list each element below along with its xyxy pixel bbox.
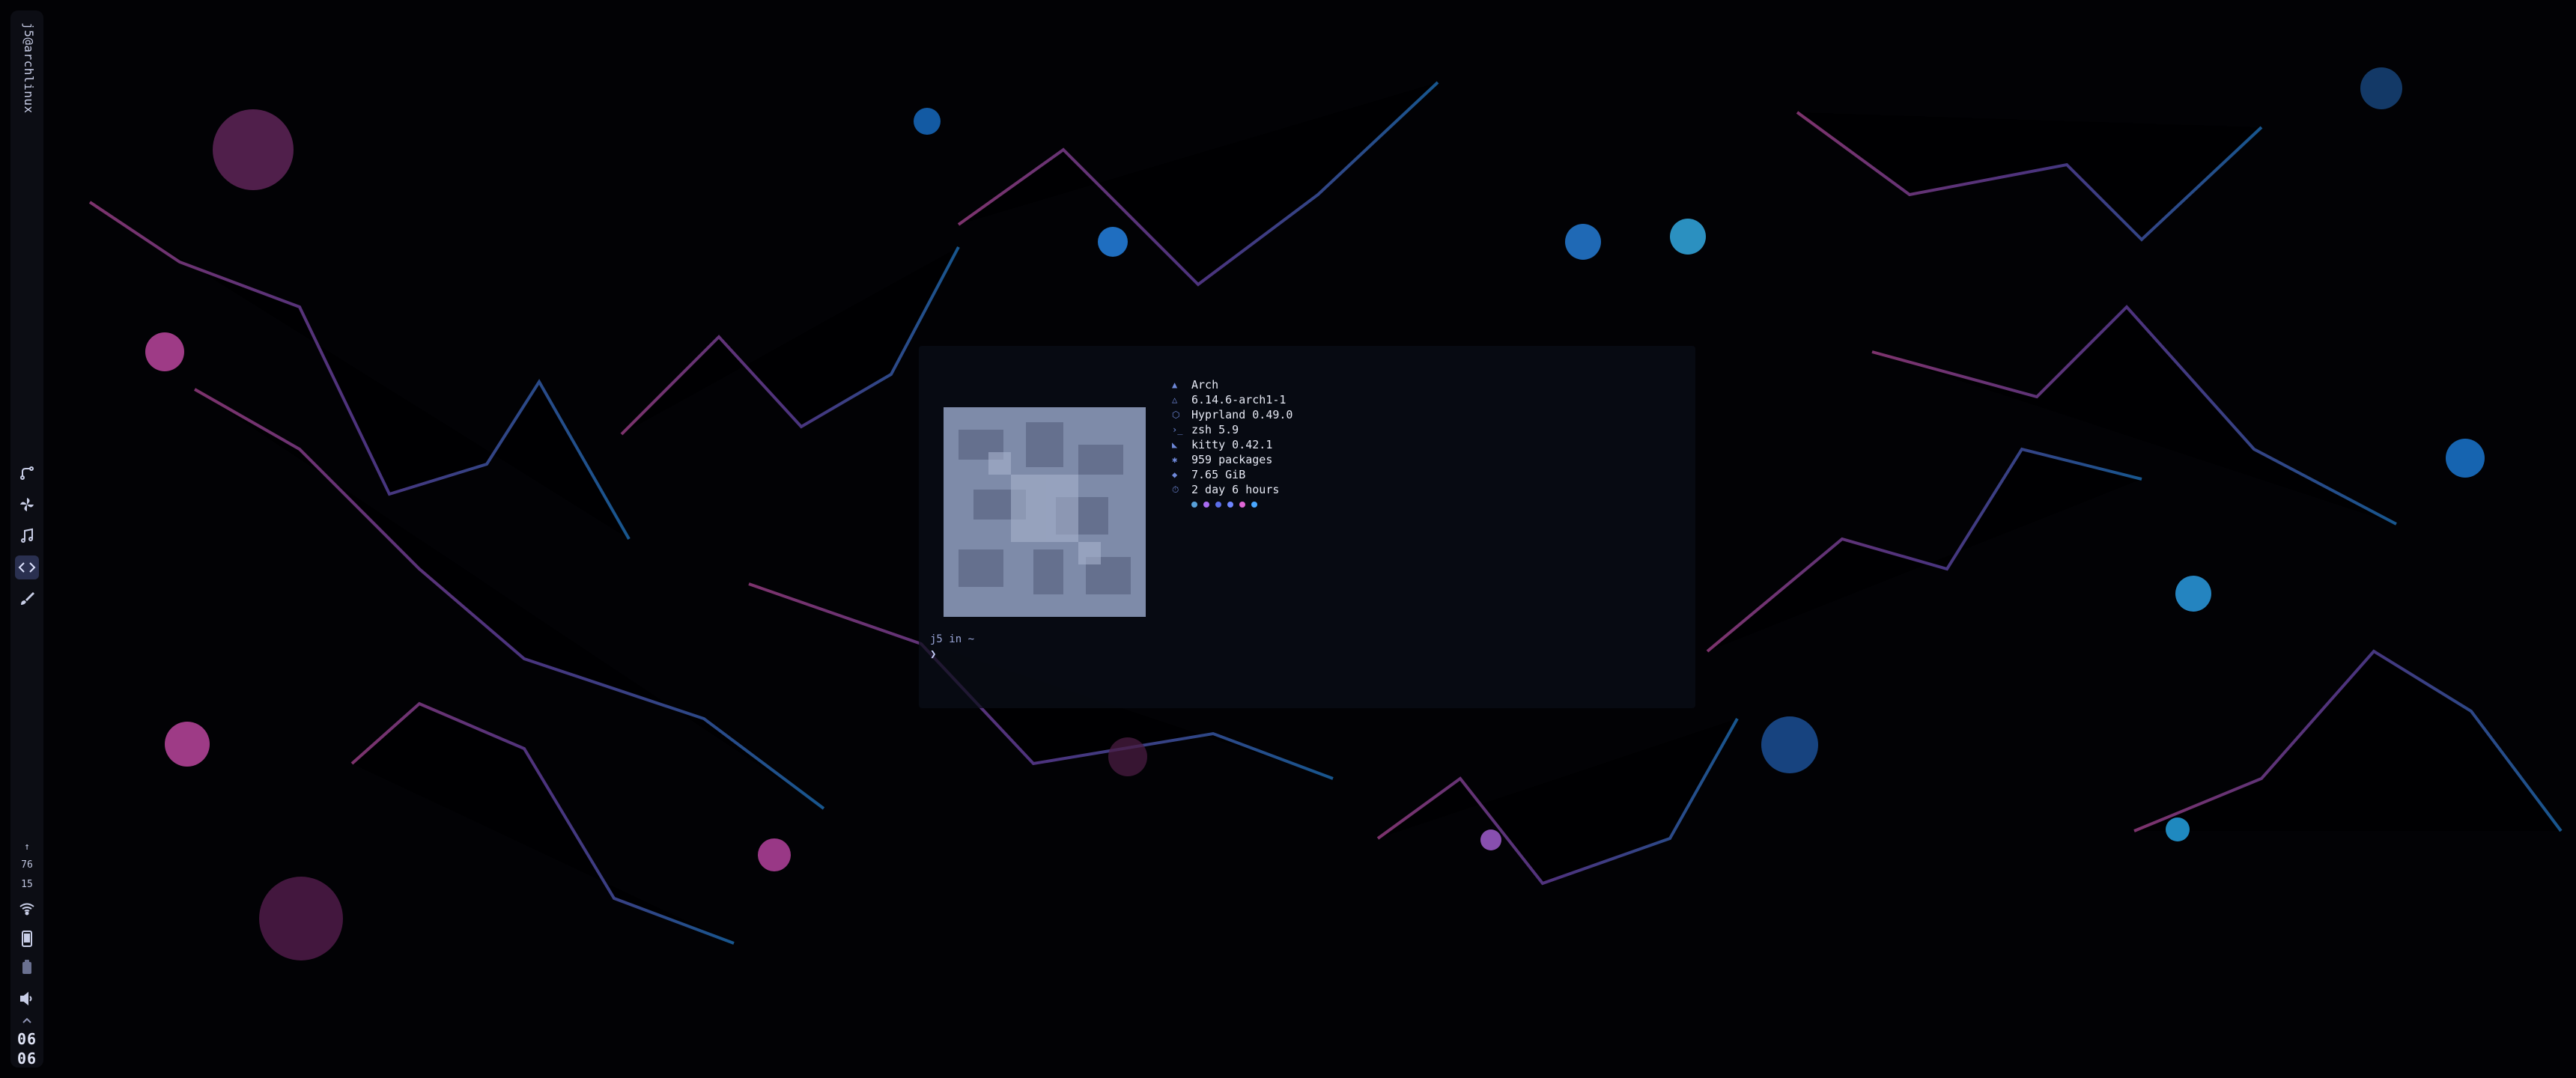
git-icon[interactable] <box>15 461 39 485</box>
code-icon[interactable] <box>15 555 39 579</box>
phone-icon[interactable] <box>18 930 36 948</box>
uptime-value: 2 day 6 hours <box>1191 483 1280 496</box>
color-swatches <box>1191 502 1292 508</box>
resource-arrow: ↑ <box>24 841 30 853</box>
volume-icon[interactable] <box>18 990 36 1008</box>
resource-value-a: 76 <box>21 859 33 871</box>
terminal-icon: ◣ <box>1172 439 1178 450</box>
packages-value: 959 packages <box>1191 453 1273 466</box>
memory-icon: ◆ <box>1172 469 1178 480</box>
kernel-icon: △ <box>1172 395 1178 405</box>
fastfetch-logo-image <box>944 407 1146 617</box>
arch-icon: ▲ <box>1172 380 1178 390</box>
color-swatch <box>1191 502 1197 508</box>
os-value: Arch <box>1191 378 1219 392</box>
wm-value: Hyprland 0.49.0 <box>1191 408 1293 421</box>
color-swatch <box>1251 502 1257 508</box>
shell-icon: ›_ <box>1172 424 1183 435</box>
info-row-shell: ›_ zsh 5.9 <box>1172 422 1292 437</box>
shell-value: zsh 5.9 <box>1191 423 1239 436</box>
pinwheel-icon[interactable] <box>15 493 39 517</box>
info-row-os: ▲ Arch <box>1172 377 1292 392</box>
wm-icon: ⬡ <box>1172 409 1180 420</box>
color-swatch <box>1215 502 1221 508</box>
system-info-list: ▲ Arch △ 6.14.6-arch1-1 ⬡ Hyprland 0.49.… <box>1172 377 1292 508</box>
color-swatch <box>1203 502 1209 508</box>
info-row-kernel: △ 6.14.6-arch1-1 <box>1172 392 1292 407</box>
color-swatch <box>1227 502 1233 508</box>
info-row-terminal: ◣ kitty 0.42.1 <box>1172 437 1292 452</box>
clock-hour: 06 <box>16 1030 37 1048</box>
prompt-cursor[interactable]: ❯ <box>930 648 936 660</box>
info-row-packages: ✱ 959 packages <box>1172 452 1292 467</box>
info-row-uptime: ⏱ 2 day 6 hours <box>1172 482 1292 497</box>
chevron-up-icon[interactable] <box>18 1012 36 1030</box>
clipboard-icon[interactable] <box>18 958 36 976</box>
kernel-value: 6.14.6-arch1-1 <box>1191 393 1287 406</box>
brush-icon[interactable] <box>15 587 39 611</box>
shell-prompt: j5 in ~ <box>930 633 975 645</box>
terminal-value: kitty 0.42.1 <box>1191 438 1273 451</box>
package-icon: ✱ <box>1172 454 1178 465</box>
music-icon[interactable] <box>15 524 39 548</box>
user-host-label: j5@archlinux <box>22 22 36 114</box>
memory-value: 7.65 GiB <box>1191 468 1246 481</box>
clock-minute: 06 <box>16 1050 37 1068</box>
wifi-icon[interactable] <box>18 900 36 918</box>
info-row-memory: ◆ 7.65 GiB <box>1172 467 1292 482</box>
uptime-icon: ⏱ <box>1172 484 1179 495</box>
color-swatch <box>1239 502 1245 508</box>
info-row-wm: ⬡ Hyprland 0.49.0 <box>1172 407 1292 422</box>
side-bar: j5@archlinux ↑ 76 15 06 06 <box>10 10 43 1068</box>
resource-value-b: 15 <box>21 879 33 890</box>
